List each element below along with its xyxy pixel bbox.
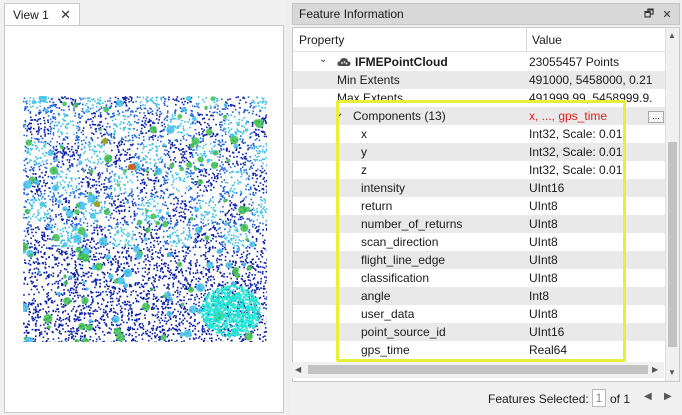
panel-header: Feature Information 🗗 ✕ — [292, 3, 680, 25]
property-value: Real64 — [529, 343, 568, 357]
property-value: Int8 — [529, 289, 550, 303]
property-value: 491000, 5458000, 0.21 — [529, 73, 653, 87]
scroll-down-icon[interactable]: ▼ — [668, 368, 676, 377]
tree-row[interactable]: x Int32, Scale: 0.01 — [293, 125, 665, 143]
tree-row[interactable]: number_of_returns UInt8 — [293, 215, 665, 233]
scroll-right-icon[interactable]: ▶ — [652, 365, 658, 374]
tree-row[interactable]: ⌄ IFMEPointCloud 23055457 Points — [293, 53, 665, 71]
property-value: UInt8 — [529, 235, 558, 249]
property-value: 23055457 Points — [529, 55, 620, 69]
property-name: point_source_id — [361, 325, 446, 339]
hscroll-thumb[interactable] — [308, 365, 648, 374]
tree-row[interactable]: angle Int8 — [293, 287, 665, 305]
tree-row[interactable]: intensity UInt16 — [293, 179, 665, 197]
previous-feature-icon[interactable]: ◀ — [644, 391, 652, 402]
property-value: UInt8 — [529, 307, 558, 321]
scroll-left-icon[interactable]: ◀ — [295, 365, 301, 374]
tab-view-1[interactable]: View 1 ✕ — [4, 3, 80, 26]
tree-row[interactable]: flight_line_edge UInt8 — [293, 251, 665, 269]
tree-row[interactable]: gps_time Real64 — [293, 341, 665, 359]
feature-total-label: of 1 — [610, 392, 631, 406]
property-name: x — [361, 127, 367, 141]
selection-footer: Features Selected: 1 of 1 ◀ ▶ — [292, 384, 680, 412]
property-name: Max Extents — [337, 91, 404, 105]
column-divider[interactable] — [526, 28, 527, 52]
horizontal-scrollbar[interactable]: ◀ ▶ — [292, 362, 664, 378]
property-name: user_data — [361, 307, 415, 321]
selected-feature-input[interactable]: 1 — [592, 389, 606, 407]
property-value: 491999.99, 5458999.9... — [529, 91, 653, 105]
cloud-icon — [337, 56, 351, 68]
property-value: UInt8 — [529, 217, 558, 231]
property-name: intensity — [361, 181, 406, 195]
property-name: y — [361, 145, 367, 159]
property-value: UInt16 — [529, 181, 565, 195]
tree-row[interactable]: point_source_id UInt16 — [293, 323, 665, 341]
more-values-button[interactable]: ... — [648, 111, 664, 123]
property-value: Int32, Scale: 0.01 — [529, 163, 623, 177]
property-name: Min Extents — [337, 73, 400, 87]
tree-row[interactable]: classification UInt8 — [293, 269, 665, 287]
scroll-up-icon[interactable]: ▲ — [668, 31, 676, 40]
tree-row[interactable]: user_data UInt8 — [293, 305, 665, 323]
property-name: flight_line_edge — [361, 253, 446, 267]
property-value: Int32, Scale: 0.01 — [529, 127, 623, 141]
view-canvas[interactable] — [4, 25, 284, 413]
property-name: gps_time — [361, 343, 410, 357]
property-name: Components (13) — [353, 109, 446, 123]
close-tab-icon[interactable]: ✕ — [60, 7, 71, 23]
property-value: x, ..., gps_time — [529, 109, 608, 123]
close-panel-icon[interactable]: ✕ — [659, 6, 675, 22]
next-feature-icon[interactable]: ▶ — [664, 391, 672, 402]
tree-row[interactable]: return UInt8 — [293, 197, 665, 215]
property-name: angle — [361, 289, 391, 303]
property-value: UInt16 — [529, 325, 565, 339]
expand-chevron-icon[interactable]: ⌄ — [319, 54, 327, 65]
vertical-scrollbar[interactable]: ▲ ▼ — [665, 28, 679, 381]
tree-row[interactable]: Min Extents 491000, 5458000, 0.21 — [293, 71, 665, 89]
column-headers: Property Value — [293, 28, 665, 52]
property-value: Int32, Scale: 0.01 — [529, 145, 623, 159]
property-name: return — [361, 199, 393, 213]
tree-row[interactable]: ⌄ Components (13) x, ..., gps_time — [293, 107, 665, 125]
property-value: UInt8 — [529, 253, 558, 267]
value-column-header[interactable]: Value — [532, 33, 562, 47]
view-tab-bar: View 1 ✕ — [0, 0, 287, 26]
feature-information-panel: Feature Information 🗗 ✕ Property Value ⌄… — [290, 0, 682, 415]
tree-row[interactable]: z Int32, Scale: 0.01 — [293, 161, 665, 179]
property-name: scan_direction — [361, 235, 439, 249]
tree-row[interactable]: y Int32, Scale: 0.01 — [293, 143, 665, 161]
property-name: classification — [361, 271, 430, 285]
view-pane: View 1 ✕ — [0, 0, 287, 415]
property-value: UInt8 — [529, 199, 558, 213]
property-tree: Property Value ⌄ IFMEPointCloud 23055457 P… — [292, 27, 680, 382]
tree-row[interactable]: Max Extents 491999.99, 5458999.9... — [293, 89, 665, 107]
property-name: IFMEPointCloud — [355, 55, 448, 69]
features-selected-label: Features Selected: — [488, 392, 589, 406]
point-cloud-render[interactable] — [23, 96, 267, 342]
property-value: UInt8 — [529, 271, 558, 285]
tab-label: View 1 — [13, 8, 49, 22]
expand-chevron-icon[interactable]: ⌄ — [335, 108, 343, 119]
tree-row[interactable]: scan_direction UInt8 — [293, 233, 665, 251]
scroll-thumb[interactable] — [668, 142, 677, 347]
property-name: z — [361, 163, 367, 177]
property-column-header[interactable]: Property — [299, 33, 344, 47]
float-panel-icon[interactable]: 🗗 — [641, 6, 657, 22]
panel-title: Feature Information — [299, 7, 404, 21]
property-name: number_of_returns — [361, 217, 463, 231]
